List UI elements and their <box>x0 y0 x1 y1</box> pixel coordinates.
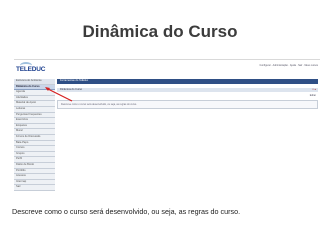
main-content: Ferramentas do TelEduc Dinâmica do Curso… <box>57 79 318 109</box>
slide-title: Dinâmica do Curso <box>82 22 238 41</box>
section-bar: Dinâmica do Curso x ● <box>57 87 318 92</box>
teleduc-logo: TELEDUC <box>16 62 46 74</box>
tools-bar: Ferramentas do TelEduc <box>57 79 318 84</box>
edit-link[interactable]: Editar <box>57 94 318 98</box>
app-header: TELEDUC Configurar · Administração · Aju… <box>14 60 320 77</box>
logo-text: TELEDUC <box>16 66 46 73</box>
header-links[interactable]: Configurar · Administração · Ajuda · Sai… <box>260 64 318 67</box>
slide-description: Descreve como o curso será desenvolvido,… <box>12 207 241 216</box>
sidebar-item[interactable]: Sair <box>14 185 55 191</box>
screenshot-panel: TELEDUC Configurar · Administração · Aju… <box>14 59 320 191</box>
sidebar-menu: Estrutura do Ambiente Dinâmica do Curso … <box>14 79 55 191</box>
section-controls[interactable]: x ● <box>312 88 316 92</box>
section-title: Dinâmica do Curso <box>60 87 83 91</box>
course-dynamics-text: Descreve como o curso será desenvolvido,… <box>57 99 318 109</box>
